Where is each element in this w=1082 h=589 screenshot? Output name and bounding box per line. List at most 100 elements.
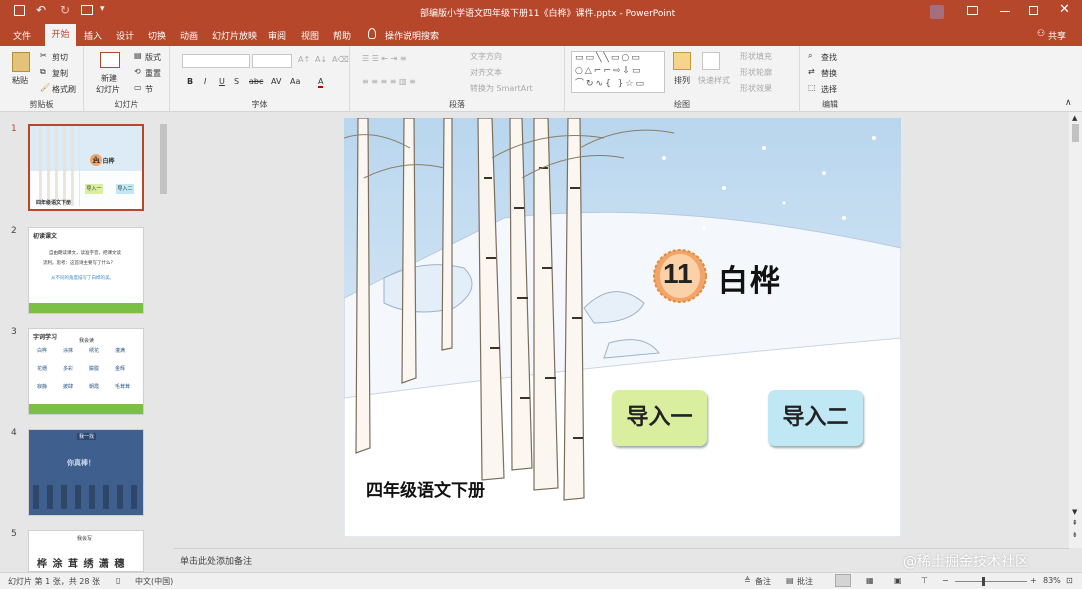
notes-placeholder[interactable]: 单击此处添加备注: [180, 554, 252, 567]
comments-button[interactable]: 批注: [797, 576, 813, 587]
tab-home[interactable]: 开始: [45, 24, 76, 46]
copy-icon[interactable]: ⧉: [40, 67, 46, 77]
slide-thumbnail-5[interactable]: 我会写 桦 涂 茸 绣 潇 穗: [28, 530, 144, 572]
shadow-button[interactable]: abc: [249, 77, 263, 86]
intro-one-button[interactable]: 导入一: [612, 390, 707, 446]
save-icon[interactable]: [14, 5, 25, 16]
slide-canvas[interactable]: 11 白桦 导入一 导入二 四年级语文下册: [344, 118, 901, 537]
share-icon[interactable]: ⚇: [1037, 29, 1045, 39]
share-button[interactable]: 共享: [1048, 29, 1066, 42]
intro-two-button[interactable]: 导入二: [768, 390, 863, 446]
slideshow-view-icon[interactable]: ⊤: [921, 576, 928, 585]
fit-to-window-icon[interactable]: ⊡: [1066, 576, 1073, 585]
find-icon[interactable]: ⌕: [808, 51, 812, 61]
comments-icon[interactable]: ▤: [786, 576, 794, 585]
paste-icon[interactable]: [12, 52, 30, 72]
font-name-input[interactable]: [182, 54, 250, 68]
clear-format-icon[interactable]: A⌫: [332, 55, 349, 64]
customize-qat-icon[interactable]: ▾: [100, 4, 105, 14]
notes-button[interactable]: 备注: [755, 576, 771, 587]
shapes-gallery[interactable]: ▭▭╲╲▭○▭ ○△⌐⌐⇨⇩▭ ⌒↻∿{ }☆▭: [571, 51, 665, 93]
arrange-icon[interactable]: [673, 52, 691, 70]
replace-icon[interactable]: ⇄: [808, 67, 815, 76]
cut-button[interactable]: 剪切: [52, 52, 68, 63]
minimize-button[interactable]: [1000, 11, 1010, 12]
help-search[interactable]: 操作说明搜索: [385, 29, 439, 42]
section-button[interactable]: 节: [145, 84, 153, 95]
zoom-in-icon[interactable]: +: [1030, 576, 1037, 585]
text-direction-button[interactable]: 文字方向: [470, 51, 502, 62]
language-indicator[interactable]: 中文(中国): [135, 576, 173, 587]
shape-outline-button[interactable]: 形状轮廓: [740, 67, 772, 78]
maximize-button[interactable]: [1029, 6, 1038, 15]
layout-button[interactable]: 版式: [145, 52, 161, 63]
zoom-slider-thumb[interactable]: [982, 577, 985, 586]
tab-slideshow[interactable]: 幻灯片放映: [212, 29, 257, 42]
editor-scrollbar[interactable]: ▲ ▼ ⇞ ⇟: [1069, 112, 1082, 548]
quick-styles-button[interactable]: 快速样式: [698, 75, 730, 86]
spellcheck-icon[interactable]: ▯: [116, 576, 120, 585]
tab-transitions[interactable]: 切换: [148, 29, 166, 42]
panel-scroll-thumb[interactable]: [160, 124, 167, 194]
quick-styles-icon[interactable]: [702, 52, 720, 70]
align-text-button[interactable]: 对齐文本: [470, 67, 502, 78]
strike-button[interactable]: S: [234, 77, 239, 86]
paste-button[interactable]: 粘贴: [12, 75, 28, 86]
tab-insert[interactable]: 插入: [84, 29, 102, 42]
slide-thumbnail-3[interactable]: 字词学习 我会读 白桦 涂抹 绣花 灌满 花穗 多彩 朦胧 金辉 寂静 披肆 朝…: [28, 328, 144, 415]
tab-design[interactable]: 设计: [116, 29, 134, 42]
bullets-icon[interactable]: ☰ ☰ ⇤ ⇥ ≡: [362, 54, 407, 63]
notes-icon[interactable]: ≜: [744, 576, 751, 585]
italic-button[interactable]: I: [204, 77, 206, 86]
copy-button[interactable]: 复制: [52, 68, 68, 79]
find-button[interactable]: 查找: [821, 52, 837, 63]
account-avatar[interactable]: [930, 5, 944, 19]
scroll-down-icon[interactable]: ▼: [1072, 508, 1077, 516]
reset-icon[interactable]: ⟲: [134, 67, 141, 76]
slide-thumbnail-1[interactable]: 1 11 白桦 导入一 导入二 四年级语文下册: [28, 124, 144, 211]
zoom-level[interactable]: 83%: [1043, 576, 1061, 585]
select-button[interactable]: 选择: [821, 84, 837, 95]
prev-slide-icon[interactable]: ⇞: [1072, 519, 1078, 527]
shape-fill-button[interactable]: 形状填充: [740, 51, 772, 62]
tab-file[interactable]: 文件: [13, 29, 31, 42]
new-slide-label-1[interactable]: 新建: [101, 73, 117, 84]
tab-help[interactable]: 帮助: [333, 29, 351, 42]
next-slide-icon[interactable]: ⇟: [1072, 531, 1078, 539]
shape-effects-button[interactable]: 形状效果: [740, 83, 772, 94]
select-icon[interactable]: ⬚: [808, 83, 816, 92]
zoom-slider[interactable]: [955, 577, 1027, 586]
ribbon-display-icon[interactable]: [967, 6, 978, 15]
collapse-ribbon-icon[interactable]: ∧: [1065, 98, 1072, 108]
reading-view-icon[interactable]: ▣: [894, 576, 902, 585]
reset-button[interactable]: 重置: [145, 68, 161, 79]
panel-scrollbar[interactable]: [158, 112, 169, 572]
format-painter-icon[interactable]: 🖌: [40, 83, 50, 92]
cut-icon[interactable]: ✂: [40, 51, 47, 60]
slide-thumbnail-4[interactable]: 我一找 你真棒！: [28, 429, 144, 516]
char-spacing-button[interactable]: AV: [271, 77, 281, 86]
section-icon[interactable]: ▭: [134, 83, 142, 92]
present-icon[interactable]: [81, 5, 93, 15]
grow-font-icon[interactable]: A↑: [298, 55, 310, 64]
tab-review[interactable]: 审阅: [268, 29, 286, 42]
change-case-button[interactable]: Aa: [290, 77, 300, 86]
tab-view[interactable]: 视图: [301, 29, 319, 42]
arrange-button[interactable]: 排列: [674, 75, 690, 86]
font-color-button[interactable]: A: [318, 77, 324, 88]
notes-pane[interactable]: 单击此处添加备注 @稀土掘金技术社区: [173, 548, 1069, 572]
slide-sorter-icon[interactable]: ▦: [866, 576, 874, 585]
close-button[interactable]: ✕: [1059, 2, 1070, 17]
format-painter-button[interactable]: 格式刷: [52, 84, 76, 95]
redo-icon[interactable]: ↻: [60, 3, 70, 17]
replace-button[interactable]: 替换: [821, 68, 837, 79]
font-size-input[interactable]: [252, 54, 292, 68]
underline-button[interactable]: U: [219, 77, 225, 86]
normal-view-icon[interactable]: [835, 574, 851, 587]
scroll-up-icon[interactable]: ▲: [1072, 114, 1077, 122]
new-slide-icon[interactable]: [100, 52, 120, 68]
tab-animations[interactable]: 动画: [180, 29, 198, 42]
new-slide-label-2[interactable]: 幻灯片: [96, 84, 120, 95]
align-icons[interactable]: ≡ ≡ ≡ ≡ ▥ ≡: [362, 77, 416, 86]
slide-thumbnail-2[interactable]: 初读课文 自由朗读课文，读准字音，把课文读 流利。思考：这首诗主要写了什么？ 从…: [28, 227, 144, 314]
